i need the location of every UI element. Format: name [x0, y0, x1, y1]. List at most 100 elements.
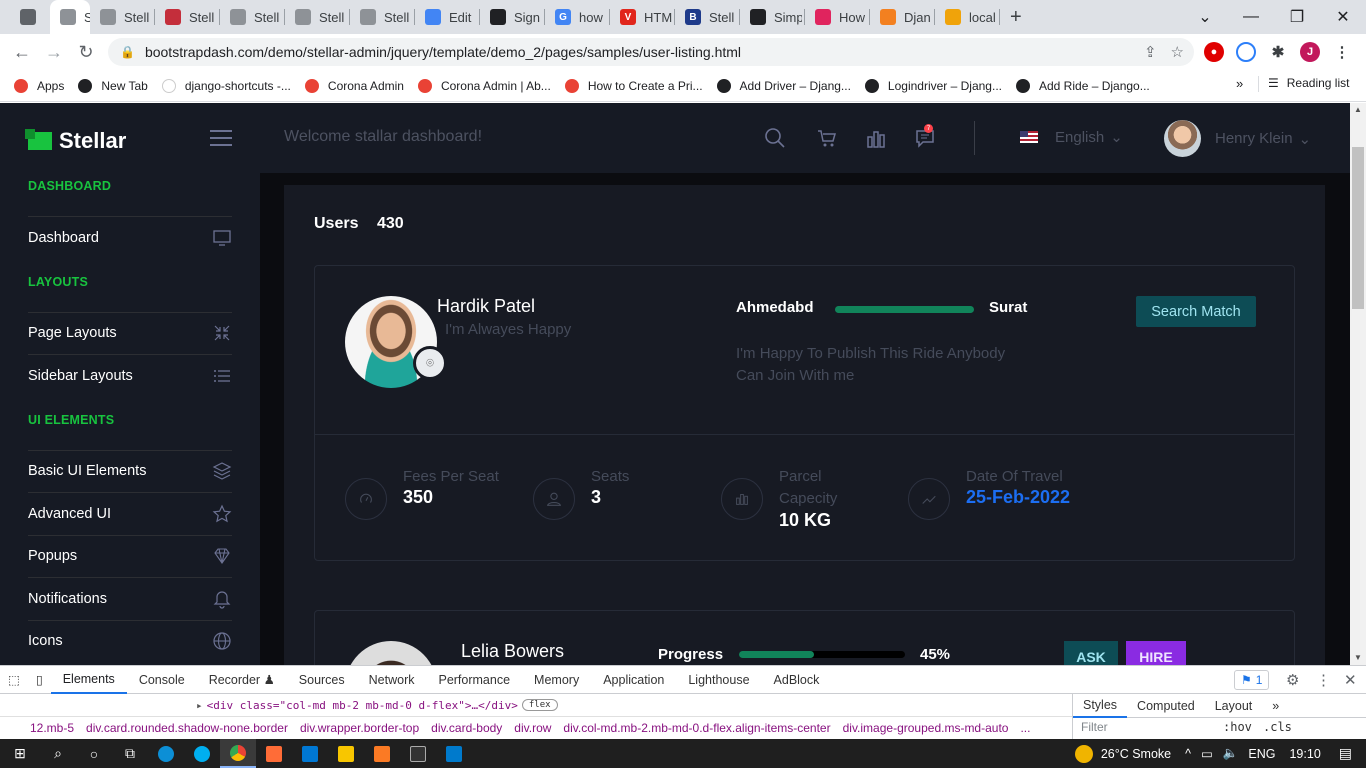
devtools-tab[interactable]: AdBlock [762, 666, 832, 694]
bookmark-item[interactable]: Corona Admin | Ab... [417, 78, 551, 93]
clock[interactable]: 19:10 [1289, 747, 1320, 761]
close-window-button[interactable]: ✕ [1320, 0, 1366, 34]
browser-tab[interactable]: Djan [870, 0, 935, 34]
search-icon[interactable]: ⌕ [40, 739, 76, 768]
browser-tab[interactable]: How [805, 0, 870, 34]
scroll-down-icon[interactable]: ▼ [1354, 653, 1362, 662]
breadcrumb-item[interactable]: div.image-grouped.ms-md-auto [843, 721, 1009, 735]
bookmark-item[interactable]: New Tab [78, 78, 148, 93]
breadcrumb-item[interactable]: div.wrapper.border-top [300, 721, 419, 735]
windows-start-icon[interactable]: ⊞ [0, 739, 40, 768]
cortana-icon[interactable]: ○ [76, 739, 112, 768]
browser-tab[interactable]: Stell [155, 0, 220, 34]
sidebar-item-page-layouts[interactable]: Page Layouts [28, 311, 232, 354]
browser-tab[interactable]: Ghow [545, 0, 610, 34]
scroll-thumb[interactable] [1352, 147, 1364, 309]
breadcrumb-item[interactable]: div.col-md.mb-2.mb-md-0.d-flex.align-ite… [563, 721, 830, 735]
browser-tab[interactable]: Stell [350, 0, 415, 34]
hamburger-menu-icon[interactable] [210, 130, 232, 151]
more-bookmarks-button[interactable]: » [1236, 76, 1243, 91]
scroll-up-icon[interactable]: ▲ [1354, 105, 1362, 114]
devtools-tab[interactable]: Console [127, 666, 197, 694]
breadcrumb-item[interactable]: div.card-body [431, 721, 502, 735]
search-icon[interactable] [764, 127, 786, 149]
styles-tab[interactable]: Layout [1205, 699, 1263, 713]
browser-tab[interactable] [10, 0, 50, 34]
inspect-element-icon[interactable]: ⬚ [0, 666, 28, 694]
browser-tab[interactable]: Edit [415, 0, 480, 34]
puzzle-icon[interactable]: ✱ [1268, 42, 1288, 62]
bookmark-item[interactable]: Apps [14, 78, 64, 93]
reload-icon[interactable]: ↻ [70, 36, 102, 68]
browser-tab[interactable]: Simp [740, 0, 805, 34]
devtools-tab[interactable]: Recorder ♟ [197, 666, 287, 694]
bookmark-item[interactable]: django-shortcuts -... [161, 78, 291, 93]
adblock-extension-icon[interactable]: ● [1204, 42, 1224, 62]
browser-tab[interactable]: B Stell [675, 0, 740, 34]
bookmark-item[interactable]: Corona Admin [304, 78, 404, 93]
ask-button[interactable]: ASK [1064, 641, 1118, 665]
menu-kebab-icon[interactable]: ⋮ [1332, 42, 1352, 62]
devtools-menu-icon[interactable]: ⋮ [1316, 671, 1331, 689]
devtools-tab[interactable]: Memory [522, 666, 591, 694]
sidebar-item-basic-ui-elements[interactable]: Basic UI Elements [28, 449, 232, 492]
cls-toggle[interactable]: .cls [1263, 720, 1292, 734]
sidebar-item-advanced-ui[interactable]: Advanced UI [28, 492, 232, 534]
breadcrumb-item[interactable]: div.card.rounded.shadow-none.border [86, 721, 288, 735]
edge-icon[interactable] [148, 739, 184, 768]
browser-tab[interactable]: Sign [480, 0, 545, 34]
bookmark-item[interactable]: Logindriver – Djang... [864, 78, 1002, 93]
browser-tab[interactable]: local [935, 0, 1000, 34]
devtools-tab[interactable]: Application [591, 666, 676, 694]
browser-tab[interactable]: Stell [285, 0, 350, 34]
share-icon[interactable]: ⇪ [1144, 43, 1157, 61]
reading-list-button[interactable]: ☰ Reading list [1268, 76, 1349, 90]
sublime-icon[interactable] [256, 739, 292, 768]
language-indicator[interactable]: ENG [1248, 747, 1275, 761]
sidebar-item-sidebar-layouts[interactable]: Sidebar Layouts [28, 354, 232, 396]
sidebar-item-dashboard[interactable]: Dashboard [28, 216, 232, 258]
forward-icon[interactable]: → [38, 36, 70, 68]
terminal-icon[interactable] [400, 739, 436, 768]
browser-tab[interactable]: Stell [220, 0, 285, 34]
hov-toggle[interactable]: :hov [1223, 720, 1252, 734]
settings-gear-icon[interactable]: ⚙ [1286, 671, 1299, 689]
chrome-icon[interactable] [220, 739, 256, 768]
tray-overflow-icon[interactable]: ^ [1185, 747, 1191, 761]
devtools-tab[interactable]: Lighthouse [676, 666, 761, 694]
breadcrumb-item[interactable]: div.row [514, 721, 551, 735]
devtools-tab[interactable]: Network [357, 666, 427, 694]
xampp-icon[interactable] [364, 739, 400, 768]
new-tab-button[interactable]: + [1000, 0, 1040, 34]
tab-search-icon[interactable]: ⌄ [1182, 0, 1228, 34]
flex-badge[interactable]: flex [521, 699, 558, 711]
camera-icon[interactable]: ⌾ [413, 346, 447, 380]
sidebar-item-notifications[interactable]: Notifications [28, 577, 232, 619]
devtools-tab[interactable]: Sources [287, 666, 357, 694]
extension-icon[interactable] [1236, 42, 1256, 62]
styles-tab[interactable]: Computed [1127, 699, 1205, 713]
mail-icon[interactable] [292, 739, 328, 768]
search-match-button[interactable]: Search Match [1136, 296, 1256, 327]
styles-tab[interactable]: Styles [1073, 694, 1128, 718]
action-center-icon[interactable]: ▤ [1339, 745, 1352, 762]
file-explorer-icon[interactable] [328, 739, 364, 768]
volume-icon[interactable]: 🔈 [1223, 746, 1239, 761]
maximize-button[interactable]: ❐ [1274, 0, 1320, 34]
breadcrumb-item[interactable]: ... [1020, 721, 1030, 735]
sidebar-item-icons[interactable]: Icons [28, 619, 232, 662]
language-dropdown[interactable]: English ⌄ [1020, 128, 1123, 146]
bookmark-star-icon[interactable]: ☆ [1171, 43, 1184, 61]
back-icon[interactable]: ← [6, 36, 38, 68]
bookmark-item[interactable]: Add Ride – Django... [1016, 78, 1150, 93]
url-bar[interactable]: 🔒 bootstrapdash.com/demo/stellar-admin/j… [108, 38, 1194, 66]
devtools-tab[interactable]: Elements [50, 666, 127, 694]
skype-icon[interactable] [184, 739, 220, 768]
expand-triangle-icon[interactable]: ▸ [196, 699, 203, 712]
brand-logo[interactable]: Stellar [25, 128, 126, 154]
breadcrumb-item[interactable]: 12.mb-5 [30, 721, 74, 735]
bookmark-item[interactable]: Add Driver – Djang... [716, 78, 851, 93]
browser-tab[interactable]: V HTM [610, 0, 675, 34]
vscode-icon[interactable] [436, 739, 472, 768]
task-view-icon[interactable]: ⧉ [112, 739, 148, 768]
